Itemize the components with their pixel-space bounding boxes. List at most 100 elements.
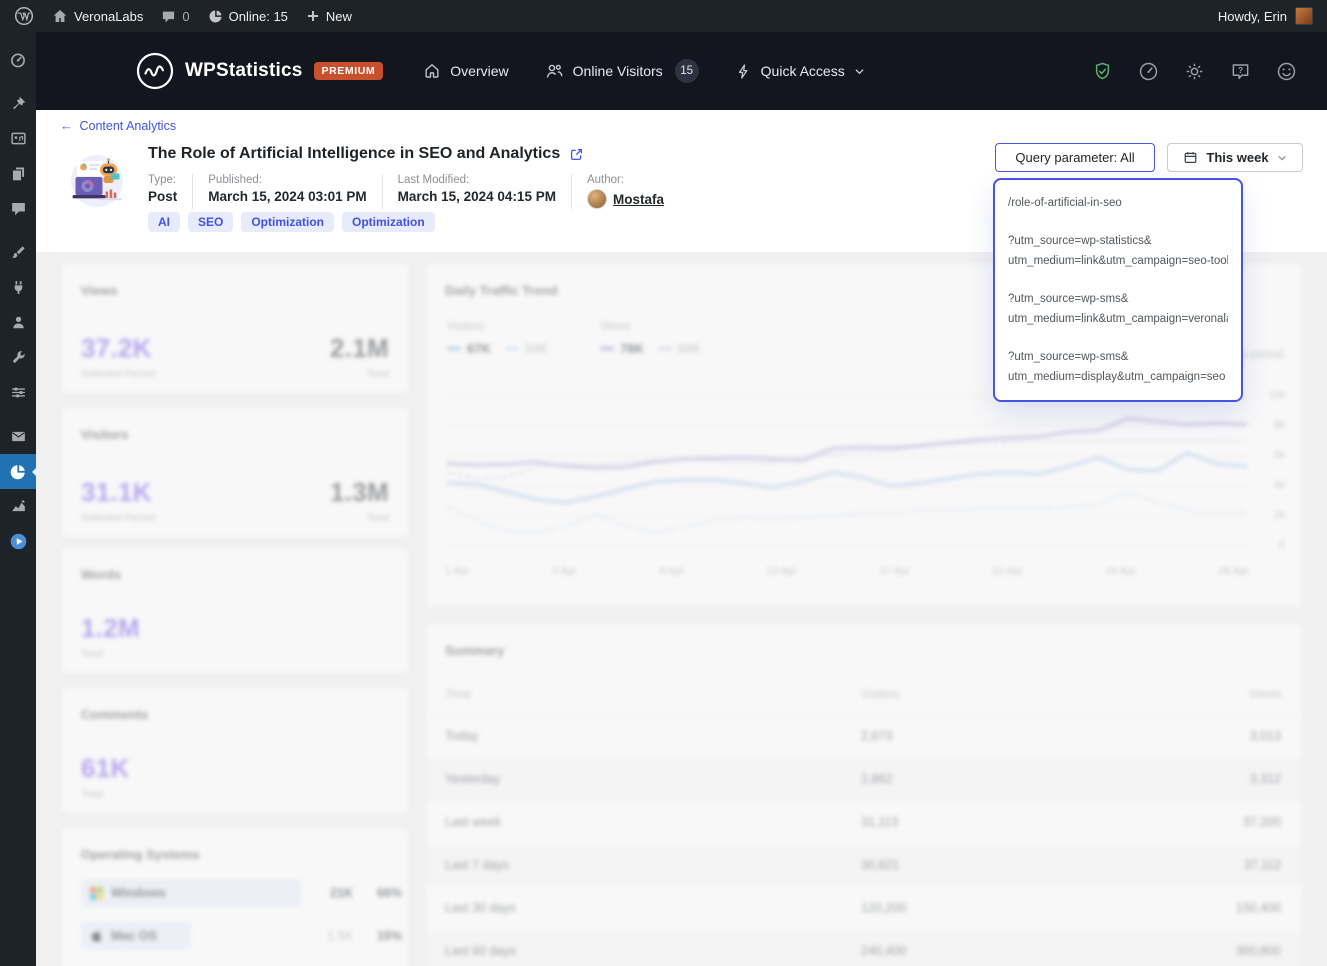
site-menu[interactable]: VeronaLabs [52, 8, 143, 24]
sidebar-item-tools[interactable] [0, 340, 36, 375]
calendar-icon [1183, 150, 1198, 165]
license-shield-icon[interactable] [1092, 61, 1113, 82]
tag-pill[interactable]: SEO [188, 212, 234, 232]
date-range-label: This week [1206, 150, 1269, 165]
sidebar-item-users[interactable] [0, 305, 36, 340]
query-dropdown-item[interactable]: /role-of-artificial-in-seo [1008, 193, 1228, 213]
new-menu[interactable]: New [306, 9, 352, 24]
paintbrush-icon [10, 244, 27, 261]
settings-gear-icon[interactable] [1184, 61, 1205, 82]
wps-logo-icon [136, 52, 174, 90]
sidebar-item-mail[interactable] [0, 419, 36, 454]
breadcrumb[interactable]: ← Content Analytics [60, 119, 176, 133]
back-arrow-icon: ← [60, 119, 73, 133]
sidebar-item-pages[interactable] [0, 156, 36, 191]
query-dropdown-item[interactable]: ?utm_source=wp-statistics& utm_medium=lin… [1008, 231, 1228, 271]
sidebar-item-wp-statistics[interactable] [0, 454, 36, 489]
query-dropdown-item[interactable]: ?utm_source=wp-sms& utm_medium=display&ut… [1008, 347, 1228, 387]
feedback-smiley-icon[interactable] [1276, 61, 1297, 82]
modified-label: Last Modified: [397, 174, 470, 186]
os-row-windows: Windows 21K 66% [81, 879, 402, 907]
y-tick-label: 4k [1273, 479, 1285, 491]
nav-online-visitors[interactable]: Online Visitors 15 [545, 59, 699, 83]
pages-icon [10, 165, 27, 182]
online-label: Online: 15 [228, 8, 288, 24]
chevron-down-icon [1277, 153, 1287, 163]
query-parameter-button[interactable]: Query parameter: All [995, 143, 1155, 172]
views-card: Views 37.2K Selected Period 2.1M Total [60, 262, 410, 395]
words-total-value: 1.2M [81, 613, 141, 643]
account-menu[interactable]: Howdy, Erin [1218, 7, 1313, 25]
plus-icon [306, 9, 320, 23]
wps-header-icons: ? [1092, 61, 1297, 82]
wp-logo-menu[interactable] [14, 6, 34, 26]
online-menu[interactable]: Online: 15 [208, 9, 288, 24]
sidebar-item-plugin-play[interactable] [0, 524, 36, 559]
post-meta: Type: Post Published: March 15, 2024 03:… [148, 174, 664, 209]
legend-group-label: Views [600, 321, 631, 333]
sidebar-item-appearance[interactable] [0, 235, 36, 270]
envelope-icon [10, 428, 27, 445]
words-card: Words 1.2M Total [60, 546, 410, 675]
legend-dash-icon [600, 347, 614, 350]
os-percent: 66% [376, 886, 402, 900]
external-link-icon[interactable] [569, 147, 584, 162]
visitors-people-icon [545, 62, 564, 81]
y-tick-label: 10k [1268, 389, 1285, 401]
new-label: New [325, 8, 352, 24]
comments-icon [10, 200, 27, 217]
os-name: Mac OS [111, 929, 157, 943]
sidebar-item-media[interactable] [0, 121, 36, 156]
comments-menu[interactable]: 0 [161, 9, 190, 24]
area-chart-icon [10, 498, 27, 515]
author-link[interactable]: Mostafa [613, 192, 664, 207]
nav-overview[interactable]: Overview [423, 62, 509, 80]
visitors-selected-label: Selected Period [81, 512, 156, 524]
wps-brand[interactable]: WPStatistics PREMIUM [136, 52, 384, 90]
tag-pill[interactable]: Optimization [241, 212, 335, 232]
wps-header: WPStatistics PREMIUM Overview Online Vis… [36, 32, 1327, 110]
sidebar-item-analytics[interactable] [0, 489, 36, 524]
summary-row: Last week 31,113 37,200 [445, 815, 1281, 829]
pushpin-icon [10, 95, 27, 112]
nav-quick-access[interactable]: Quick Access [735, 63, 865, 80]
summary-row: Last 7 days 30,821 37,112 [425, 844, 1303, 887]
sidebar-item-plugins[interactable] [0, 270, 36, 305]
legend-visitors-current[interactable]: 67K [447, 341, 491, 356]
summary-row: Last 30 days 120,200 150,400 [445, 901, 1281, 915]
howdy-label: Howdy, Erin [1217, 8, 1287, 24]
comments-total-value: 61K [81, 753, 130, 783]
summary-header-views: Views [1249, 687, 1281, 701]
sidebar-item-settings[interactable] [0, 375, 36, 410]
y-tick-label: 8k [1273, 419, 1285, 431]
card-title: Views [81, 283, 118, 298]
legend-visitors-previous[interactable]: 59K [504, 341, 548, 356]
author-label: Author: [586, 174, 625, 186]
sidebar-item-comments[interactable] [0, 191, 36, 226]
sidebar-item-posts[interactable] [0, 86, 36, 121]
wp-admin-bar: VeronaLabs 0 Online: 15 New Howdy, Erin [0, 0, 1327, 32]
help-icon[interactable]: ? [1230, 61, 1251, 82]
date-range-button[interactable]: This week [1167, 143, 1303, 172]
summary-header-time: Time [445, 687, 472, 701]
performance-gauge-icon[interactable] [1138, 61, 1159, 82]
tag-pill[interactable]: Optimization [342, 212, 435, 232]
card-title: Visitors [81, 427, 129, 442]
visitors-total-value: 1.3M [329, 477, 389, 507]
legend-views-current[interactable]: 78K [600, 341, 644, 356]
legend-views-previous[interactable]: 68K [657, 341, 701, 356]
overview-home-icon [423, 62, 441, 80]
comments-total-label: Total [81, 788, 104, 800]
published-value: March 15, 2024 03:01 PM [208, 189, 367, 204]
query-dropdown-item[interactable]: ?utm_source=wp-sms& utm_medium=link&utm_c… [1008, 289, 1228, 329]
screen: VeronaLabs 0 Online: 15 New Howdy, Erin [0, 0, 1327, 966]
chart-line [446, 451, 1248, 504]
plug-icon [10, 279, 27, 296]
published-label: Published: [208, 174, 262, 186]
tag-pill[interactable]: AI [148, 212, 180, 232]
play-circle-icon [9, 532, 28, 551]
os-name: Windows [111, 886, 166, 900]
nav-online-visitors-label: Online Visitors [572, 63, 663, 79]
sidebar-item-dashboard[interactable] [0, 42, 36, 77]
media-icon [10, 130, 27, 147]
